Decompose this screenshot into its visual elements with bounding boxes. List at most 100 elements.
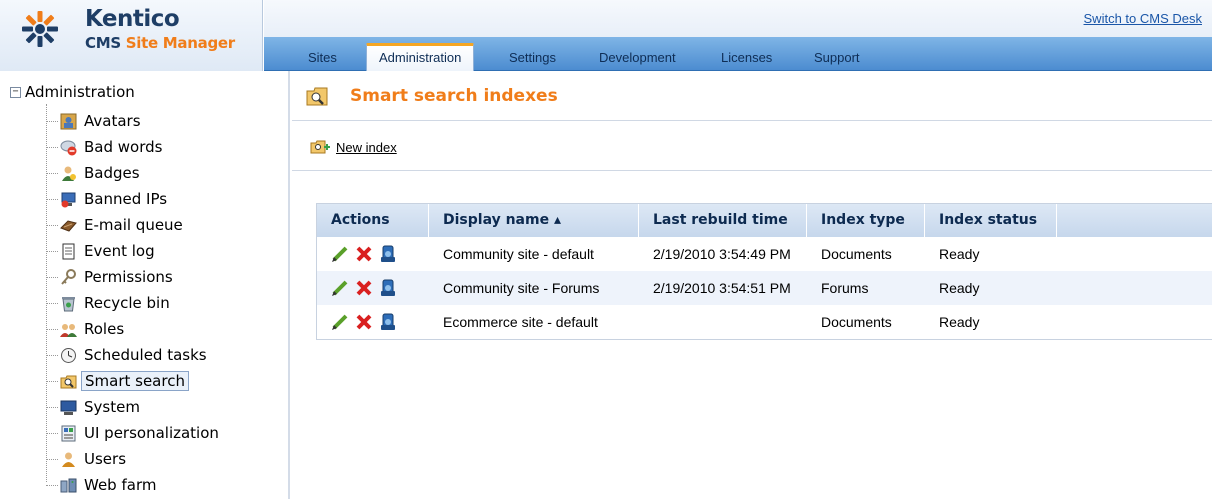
edit-icon[interactable] (331, 245, 349, 263)
tree-item-label: System (84, 398, 140, 416)
tree-item-label: Smart search (81, 371, 189, 391)
admin-tree: − Administration Avatars Bad words Badge… (0, 71, 290, 499)
tree-branch-line (46, 380, 58, 382)
smart-search-icon (60, 375, 77, 388)
col-actions: Actions (317, 204, 429, 237)
tree-branch-line (46, 120, 58, 122)
web-farm-icon (60, 478, 77, 492)
collapse-icon[interactable]: − (10, 86, 21, 98)
table-row: Ecommerce site - default Documents Ready (317, 305, 1212, 339)
rebuild-icon[interactable] (379, 313, 397, 331)
tree-item-label: Banned IPs (84, 190, 168, 208)
cell-index-type: Documents (821, 314, 892, 330)
edit-icon[interactable] (331, 279, 349, 297)
tree-branch-line (46, 302, 58, 304)
main-tabbar: Sites Administration Settings Developmen… (264, 37, 1212, 71)
tree-branch-line (46, 198, 58, 200)
col-last-rebuild-time[interactable]: Last rebuild time (639, 204, 807, 237)
indexes-grid: Actions Display name ▴ Last rebuild time… (316, 203, 1212, 340)
tree-item-bad-words[interactable]: Bad words (46, 137, 165, 157)
new-index-icon (310, 140, 330, 154)
tree-branch-line (46, 458, 58, 460)
tree-item-label: Event log (84, 242, 155, 260)
tree-item-scheduled-tasks[interactable]: Scheduled tasks (46, 345, 210, 365)
tree-branch-line (46, 484, 58, 486)
tab-administration[interactable]: Administration (366, 43, 475, 71)
cell-display-name: Community site - Forums (443, 280, 600, 296)
top-strip: Switch to CMS Desk (264, 0, 1212, 37)
bad-words-icon (60, 140, 77, 155)
tree-item-label: Permissions (84, 268, 173, 286)
tree-branch-line (46, 276, 58, 278)
badge-icon (62, 166, 76, 181)
grid-header: Actions Display name ▴ Last rebuild time… (317, 204, 1212, 237)
switch-to-cms-desk-link[interactable]: Switch to CMS Desk (1084, 11, 1202, 26)
logo: Kentico CMS Site Manager (0, 0, 263, 71)
rebuild-icon[interactable] (379, 279, 397, 297)
logo-subtitle: CMS Site Manager (85, 34, 235, 52)
row-actions (317, 279, 429, 297)
tree-item-recycle-bin[interactable]: Recycle bin (46, 293, 173, 313)
tab-development[interactable]: Development (587, 45, 688, 71)
tree-item-label: E-mail queue (84, 216, 183, 234)
col-index-type[interactable]: Index type (807, 204, 925, 237)
tree-item-label: Recycle bin (84, 294, 170, 312)
tree-item-label: Scheduled tasks (84, 346, 207, 364)
new-index-label: New index (336, 139, 397, 155)
cell-index-type: Forums (821, 280, 869, 296)
tree-branch-line (46, 146, 58, 148)
tree-item-web-farm[interactable]: Web farm (46, 475, 159, 495)
tree-branch-line (46, 406, 58, 408)
row-actions (317, 313, 429, 331)
table-row: Community site - Forums 2/19/2010 3:54:5… (317, 271, 1212, 305)
tree-item-event-log[interactable]: Event log (46, 241, 158, 261)
tab-support[interactable]: Support (802, 45, 872, 71)
cell-display-name: Community site - default (443, 246, 594, 262)
tree-item-label: Badges (84, 164, 140, 182)
tab-licenses[interactable]: Licenses (709, 45, 784, 71)
cell-index-status: Ready (939, 246, 980, 262)
permissions-icon (61, 268, 76, 285)
tab-settings[interactable]: Settings (497, 45, 568, 71)
tree-item-email-queue[interactable]: E-mail queue (46, 215, 186, 235)
tree-root-label: Administration (25, 83, 135, 101)
cell-index-status: Ready (939, 280, 980, 296)
edit-icon[interactable] (331, 313, 349, 331)
tree-item-label: Users (84, 450, 127, 468)
tree-item-badges[interactable]: Badges (46, 163, 143, 183)
col-display-name[interactable]: Display name ▴ (429, 204, 639, 237)
logo-subtitle-plain: CMS (85, 34, 121, 52)
action-bar: New index (292, 121, 1212, 171)
tree-item-system[interactable]: System (46, 397, 143, 417)
delete-icon[interactable] (355, 245, 373, 263)
cell-index-type: Documents (821, 246, 892, 262)
tree-branch-line (46, 354, 58, 356)
ui-personalization-icon (61, 425, 76, 441)
tree-branch-line (46, 250, 58, 252)
delete-icon[interactable] (355, 279, 373, 297)
tree-branch-line (46, 328, 58, 330)
tree-item-roles[interactable]: Roles (46, 319, 127, 339)
table-row: Community site - default 2/19/2010 3:54:… (317, 237, 1212, 271)
tree-branch-line (46, 172, 58, 174)
cell-last-rebuild: 2/19/2010 3:54:49 PM (653, 246, 791, 262)
tab-sites[interactable]: Sites (296, 45, 349, 71)
tree-item-label: Bad words (84, 138, 163, 156)
tree-item-label: Avatars (84, 112, 141, 130)
col-index-status[interactable]: Index status (925, 204, 1057, 237)
page-title: Smart search indexes (350, 86, 558, 106)
tree-item-ui-personalization[interactable]: UI personalization (46, 423, 222, 443)
new-index-button[interactable]: New index (310, 139, 397, 155)
tree-item-users[interactable]: Users (46, 449, 129, 469)
delete-icon[interactable] (355, 313, 373, 331)
tree-item-permissions[interactable]: Permissions (46, 267, 176, 287)
tree-item-smart-search[interactable]: Smart search (46, 371, 189, 391)
tree-item-avatars[interactable]: Avatars (46, 111, 144, 131)
tree-root-administration[interactable]: − Administration (10, 82, 135, 102)
users-icon (62, 452, 75, 467)
rebuild-icon[interactable] (379, 245, 397, 263)
cell-last-rebuild: 2/19/2010 3:54:51 PM (653, 280, 791, 296)
cell-display-name: Ecommerce site - default (443, 314, 598, 330)
tree-branch-line (46, 224, 58, 226)
tree-item-banned-ips[interactable]: Banned IPs (46, 189, 170, 209)
